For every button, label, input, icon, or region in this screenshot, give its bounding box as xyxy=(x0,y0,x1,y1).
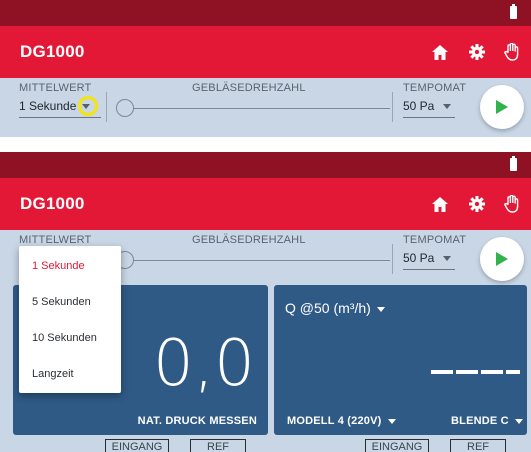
tempomat-underline xyxy=(403,117,455,118)
fan-speed-label: GEBLÄSEDREHZAHL xyxy=(192,82,306,94)
chevron-down-icon[interactable] xyxy=(387,418,396,424)
menu-item-10-sekunden[interactable]: 10 Sekunden xyxy=(19,320,121,356)
status-bar xyxy=(0,0,531,26)
play-icon xyxy=(496,252,508,266)
flow-value-dash xyxy=(506,370,520,374)
flow-value-dash xyxy=(481,370,503,374)
right-ref-tab[interactable]: REF xyxy=(450,439,506,452)
battery-icon xyxy=(510,156,517,171)
home-icon[interactable] xyxy=(428,192,452,216)
blende-value: BLENDE C xyxy=(451,415,509,427)
blende-select[interactable]: BLENDE C xyxy=(451,415,523,427)
control-row: MITTELWERT 1 Sekunde GEBLÄSEDREHZAHL TEM… xyxy=(0,78,531,137)
left-ref-tab[interactable]: REF xyxy=(190,439,246,452)
fan-speed-slider-handle[interactable] xyxy=(116,99,134,117)
pressure-panel-footer[interactable]: NAT. DRUCK MESSEN xyxy=(138,415,257,427)
play-button[interactable] xyxy=(480,85,524,129)
mittelwert-label: MITTELWERT xyxy=(19,234,92,246)
tempomat-select[interactable]: 50 Pa xyxy=(403,99,452,113)
menu-item-langzeit[interactable]: Langzeit xyxy=(19,356,121,392)
tempomat-underline xyxy=(403,269,455,270)
home-icon[interactable] xyxy=(428,40,452,64)
battery-icon xyxy=(510,4,517,19)
mittelwert-dropdown-menu: 1 Sekunde 5 Sekunden 10 Sekunden Langzei… xyxy=(19,246,121,393)
flow-title: Q @50 (m³/h) xyxy=(285,300,371,316)
bottom-screenshot: DG1000 MITTELWERT GEBLÄSEDREHZAHL TEMPOM… xyxy=(0,152,531,452)
hand-icon[interactable] xyxy=(500,40,524,64)
fan-speed-slider-track[interactable] xyxy=(125,260,390,261)
chevron-down-icon[interactable] xyxy=(514,418,523,424)
flow-title-select[interactable]: Q @50 (m³/h) xyxy=(285,300,385,316)
tempomat-label: TEMPOMAT xyxy=(403,82,467,94)
chevron-down-icon[interactable] xyxy=(443,104,452,110)
divider xyxy=(392,92,393,122)
mittelwert-underline xyxy=(19,117,101,118)
flow-value-dash xyxy=(431,370,453,374)
chevron-down-icon[interactable] xyxy=(443,256,452,262)
app-title: DG1000 xyxy=(20,194,85,213)
mittelwert-label: MITTELWERT xyxy=(19,82,92,94)
right-eingang-tab[interactable]: EINGANG xyxy=(365,439,429,452)
app-bar: DG1000 xyxy=(0,26,531,78)
chevron-down-icon[interactable] xyxy=(376,306,385,312)
menu-item-5-sekunden[interactable]: 5 Sekunden xyxy=(19,284,121,320)
flow-panel[interactable]: Q @50 (m³/h) - - - - MODELL 4 (220V) BLE… xyxy=(274,285,527,435)
fan-speed-slider-track[interactable] xyxy=(125,108,390,109)
app-title: DG1000 xyxy=(20,42,85,61)
tempomat-value: 50 Pa xyxy=(403,99,435,113)
top-screenshot: DG1000 MITTELWERT 1 Sekunde GEBLÄSEDREHZ… xyxy=(0,0,531,137)
app-bar: DG1000 xyxy=(0,178,531,230)
mittelwert-value: 1 Sekunde xyxy=(19,99,77,113)
left-eingang-tab[interactable]: EINGANG xyxy=(105,439,169,452)
pressure-value: 0,0 xyxy=(153,327,255,401)
highlight-circle xyxy=(78,96,98,116)
play-icon xyxy=(496,100,508,114)
divider xyxy=(106,92,107,122)
divider xyxy=(392,244,393,274)
flow-value-dash xyxy=(456,370,478,374)
fan-speed-label: GEBLÄSEDREHZAHL xyxy=(192,234,306,246)
tempomat-select[interactable]: 50 Pa xyxy=(403,251,452,265)
play-button[interactable] xyxy=(480,237,524,281)
hand-icon[interactable] xyxy=(500,192,524,216)
menu-item-1-sekunde[interactable]: 1 Sekunde xyxy=(19,248,121,284)
model-select[interactable]: MODELL 4 (220V) xyxy=(287,415,396,427)
tempomat-label: TEMPOMAT xyxy=(403,234,467,246)
model-value: MODELL 4 (220V) xyxy=(287,415,382,427)
gear-icon[interactable] xyxy=(465,192,489,216)
tempomat-value: 50 Pa xyxy=(403,251,435,265)
status-bar xyxy=(0,152,531,178)
gear-icon[interactable] xyxy=(465,40,489,64)
